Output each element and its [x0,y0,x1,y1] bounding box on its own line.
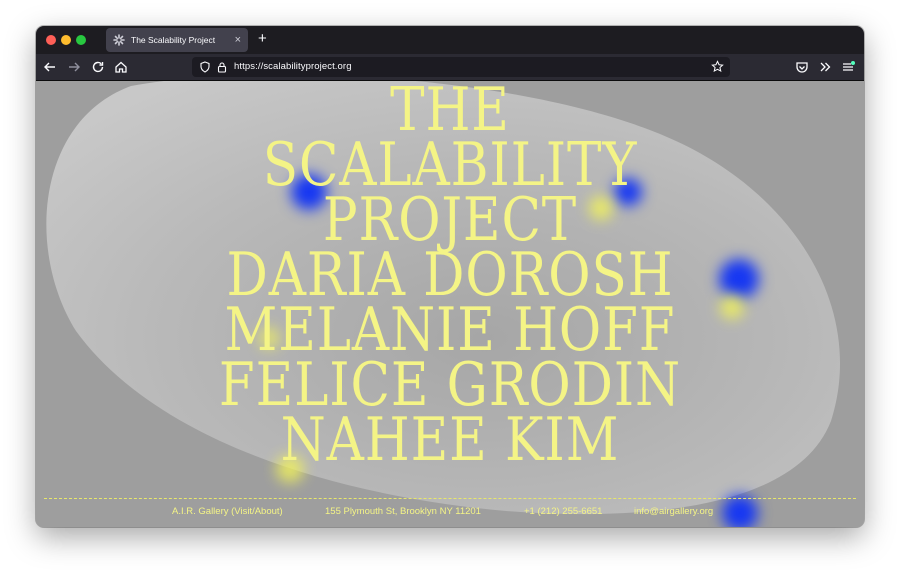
minimize-window-button[interactable] [61,35,71,45]
blue-blur-blob [722,495,758,527]
close-window-button[interactable] [46,35,56,45]
bookmark-star-icon[interactable] [711,60,724,73]
footer-divider [44,498,856,499]
gallery-link[interactable]: A.I.R. Gallery (Visit/About) [172,506,283,517]
headline: THE SCALABILITY PROJECT DARIA DOROSH MEL… [94,81,806,475]
phone-link[interactable]: +1 (212) 255-6651 [524,506,602,517]
home-icon[interactable] [113,59,129,75]
address-text: 155 Plymouth St, Brooklyn NY 11201 [325,506,481,517]
tab-bar: The Scalability Project × + [36,26,864,54]
overflow-chevrons-icon[interactable] [817,59,833,75]
pocket-icon[interactable] [794,59,810,75]
browser-window: The Scalability Project × + https://scal… [36,26,864,527]
back-icon[interactable] [42,59,58,75]
page-content: THE SCALABILITY PROJECT DARIA DOROSH MEL… [36,81,864,527]
reload-icon[interactable] [90,59,106,75]
menu-icon[interactable] [840,59,856,75]
new-tab-button[interactable]: + [258,29,267,49]
url-text[interactable]: https://scalabilityproject.org [234,61,352,72]
zoom-window-button[interactable] [76,35,86,45]
tab-close-icon[interactable]: × [235,32,241,48]
forward-icon[interactable] [66,59,82,75]
navigation-toolbar: https://scalabilityproject.org [36,54,864,81]
address-bar[interactable]: https://scalabilityproject.org [192,57,730,77]
shield-icon[interactable] [199,61,211,73]
lock-icon[interactable] [216,61,228,73]
favicon-icon [113,34,125,46]
tab-scalability-project[interactable]: The Scalability Project × [106,28,248,52]
tab-title: The Scalability Project [131,35,216,45]
headline-line: NAHEE KIM [280,405,620,475]
email-link[interactable]: info@airgallery.org [634,506,713,517]
